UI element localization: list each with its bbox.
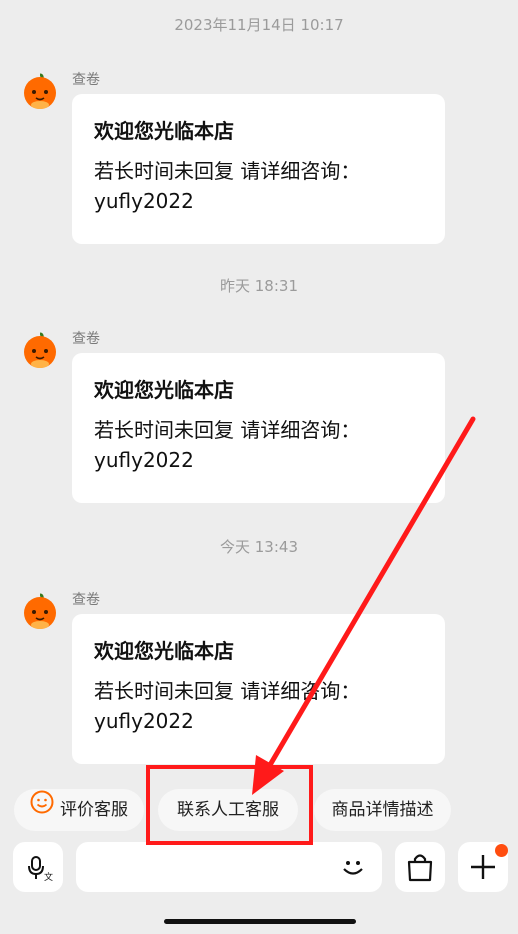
message-input[interactable] <box>76 842 382 892</box>
message-title: 欢迎您光临本店 <box>94 378 234 402</box>
sender-name: 查卷 <box>72 72 100 88</box>
chip-label: 评价客服 <box>60 800 128 820</box>
timestamp: 今天 13:43 <box>220 538 298 556</box>
voice-translate-icon: 文 <box>25 854 53 886</box>
message-bubble[interactable]: 欢迎您光临本店 若长时间未回复 请详细咨询：yufly2022 <box>72 353 445 503</box>
message-body: 若长时间未回复 请详细咨询：yufly2022 <box>94 418 361 472</box>
timestamp: 昨天 18:31 <box>220 277 298 295</box>
review-agent-chip[interactable]: 评价客服 <box>14 789 144 831</box>
timestamp: 2023年11月14日 10:17 <box>174 16 344 34</box>
message-title: 欢迎您光临本店 <box>94 639 234 663</box>
smiley-icon <box>30 788 54 830</box>
shopping-bag-icon <box>405 851 435 887</box>
message-bubble[interactable]: 欢迎您光临本店 若长时间未回复 请详细咨询：yufly2022 <box>72 614 445 764</box>
shop-avatar-icon[interactable] <box>20 72 60 112</box>
annotation-highlight-box <box>146 765 313 845</box>
message-bubble[interactable]: 欢迎您光临本店 若长时间未回复 请详细咨询：yufly2022 <box>72 94 445 244</box>
emoji-icon[interactable] <box>338 852 368 886</box>
notification-dot <box>495 844 508 857</box>
shop-avatar-icon[interactable] <box>20 592 60 632</box>
shop-avatar-icon[interactable] <box>20 331 60 371</box>
product-details-chip[interactable]: 商品详情描述 <box>314 789 451 831</box>
message-body: 若长时间未回复 请详细咨询：yufly2022 <box>94 679 361 733</box>
message-title: 欢迎您光临本店 <box>94 119 234 143</box>
shop-button[interactable] <box>395 842 445 892</box>
home-indicator[interactable] <box>164 919 356 924</box>
voice-translate-button[interactable]: 文 <box>13 842 63 892</box>
plus-icon <box>469 853 497 885</box>
sender-name: 查卷 <box>72 592 100 608</box>
message-body: 若长时间未回复 请详细咨询：yufly2022 <box>94 159 361 213</box>
input-bar: 文 <box>0 842 518 896</box>
sender-name: 查卷 <box>72 331 100 347</box>
svg-text:文: 文 <box>44 871 53 882</box>
chip-label: 商品详情描述 <box>331 800 434 820</box>
